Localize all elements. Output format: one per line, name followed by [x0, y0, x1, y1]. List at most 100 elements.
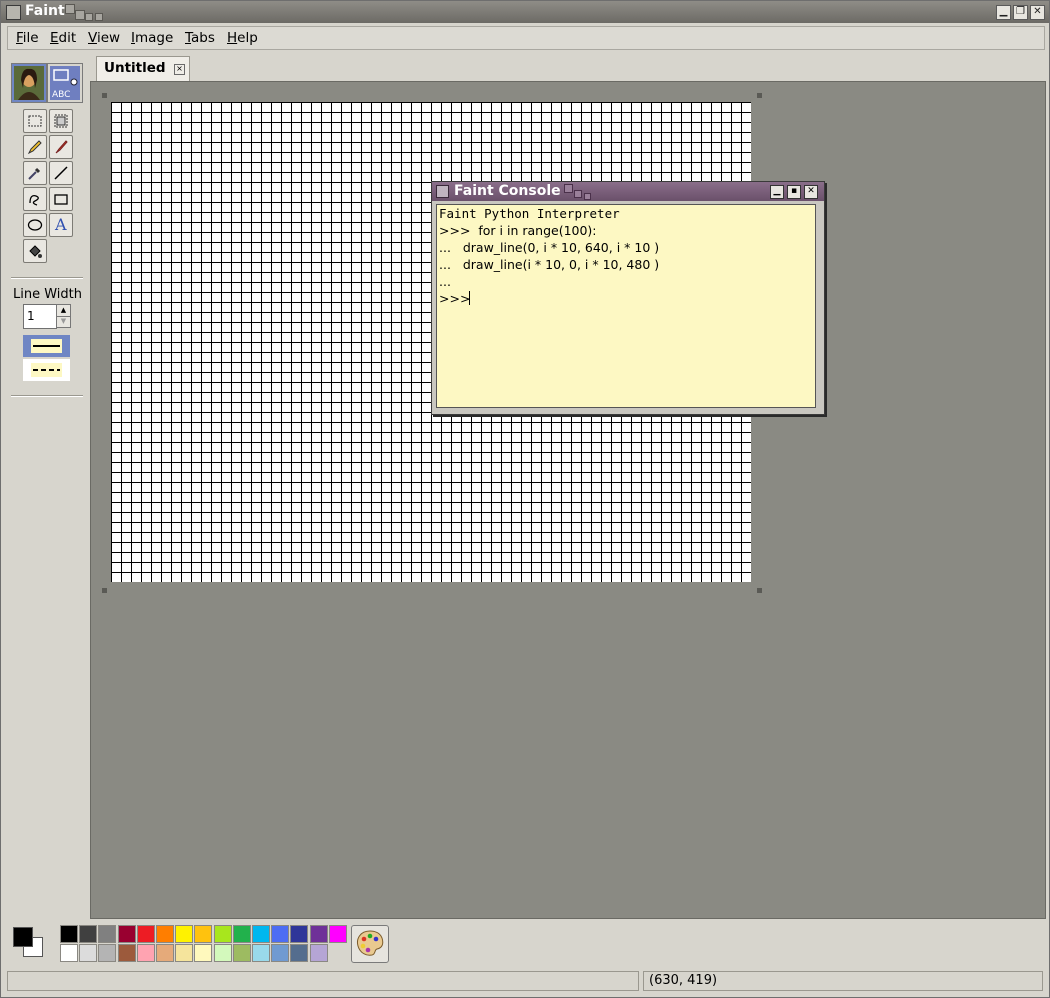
rect-select-tool[interactable]: [23, 109, 47, 133]
tab-label: Untitled: [104, 60, 166, 76]
text-tool[interactable]: A: [49, 213, 73, 237]
minimize-button[interactable]: ▁: [996, 5, 1011, 20]
palette-swatch[interactable]: [60, 944, 78, 962]
object-select-tool[interactable]: [49, 109, 73, 133]
line-width-spinner[interactable]: ▲ ▼: [56, 304, 71, 328]
line-tool[interactable]: [49, 161, 73, 185]
palette-swatch[interactable]: [156, 925, 174, 943]
console-output[interactable]: Faint Python Interpreter >>> for i in ra…: [436, 204, 816, 408]
palette-swatch[interactable]: [98, 944, 117, 962]
paint-bucket-icon: [29, 245, 42, 258]
ellipse-tool[interactable]: [23, 213, 47, 237]
console-maximize-button[interactable]: ▪: [787, 185, 801, 199]
palette-swatch[interactable]: [136, 925, 155, 943]
menu-edit[interactable]: Edit: [50, 30, 76, 46]
picker-tool[interactable]: [23, 161, 47, 185]
line-width-label: Line Width: [13, 287, 82, 302]
palette-swatch[interactable]: [328, 925, 347, 943]
console-window: Faint Console ▁ ▪ ✕ Faint Python Interpr…: [431, 181, 825, 415]
menu-help[interactable]: Help: [227, 30, 258, 46]
title-decoration: [574, 190, 582, 198]
tab-untitled[interactable]: Untitled ×: [96, 56, 190, 81]
toolbox-divider: [11, 395, 83, 397]
menu-file[interactable]: File: [16, 30, 39, 46]
rectangle-tool[interactable]: [49, 187, 73, 211]
object-layer-icon: ABC: [50, 66, 80, 100]
palette-swatch[interactable]: [175, 944, 194, 962]
dashed-line-icon: [31, 363, 62, 377]
palette-swatch[interactable]: [79, 925, 98, 943]
palette-swatch[interactable]: [136, 944, 155, 962]
cursor-coordinates: (630, 419): [649, 973, 718, 988]
brush-tool[interactable]: [49, 135, 73, 159]
raster-layer-button[interactable]: [11, 63, 47, 103]
object-layer-button[interactable]: ABC: [47, 63, 83, 103]
palette-swatch[interactable]: [309, 925, 328, 943]
palette-swatch[interactable]: [232, 944, 251, 962]
console-line: ... draw_line(i * 10, 0, i * 10, 480 ): [439, 257, 660, 272]
title-decoration: [564, 184, 573, 193]
console-line: >>> for i in range(100):: [439, 223, 597, 238]
palette-swatch[interactable]: [271, 944, 290, 962]
title-decoration: [85, 13, 93, 21]
console-menu-icon[interactable]: [436, 185, 449, 198]
palette-swatch[interactable]: [271, 925, 290, 943]
title-bar: Faint ▁ ❐ ✕: [1, 1, 1049, 23]
title-decoration: [75, 10, 85, 20]
palette-swatch[interactable]: [252, 925, 270, 943]
mona-lisa-icon: [14, 66, 44, 100]
palette-swatch[interactable]: [232, 925, 251, 943]
console-title: Faint Console: [454, 183, 561, 199]
close-button[interactable]: ✕: [1030, 5, 1045, 20]
status-bar: (630, 419): [7, 971, 1043, 991]
toolbox: ABC A Line Width 1 ▲ ▼: [7, 57, 85, 917]
palette-swatch[interactable]: [309, 944, 328, 962]
title-decoration: [65, 4, 75, 14]
console-line: ...: [439, 274, 451, 289]
text-caret: [469, 291, 470, 305]
object-select-icon: [54, 114, 68, 128]
brush-icon: [55, 140, 68, 154]
resize-handle-top-right[interactable]: [757, 93, 762, 98]
palette-swatch[interactable]: [194, 925, 213, 943]
menu-tabs[interactable]: Tabs: [185, 30, 215, 46]
palette-swatch[interactable]: [290, 925, 309, 943]
palette-swatch[interactable]: [117, 925, 136, 943]
palette-swatch[interactable]: [213, 925, 232, 943]
palette-swatch[interactable]: [60, 925, 78, 943]
fill-tool[interactable]: [23, 239, 47, 263]
tab-strip: Untitled ×: [90, 56, 1043, 81]
palette-swatch[interactable]: [79, 944, 98, 962]
pen-tool[interactable]: [23, 135, 47, 159]
menu-image[interactable]: Image: [131, 30, 173, 46]
palette-swatch[interactable]: [213, 944, 232, 962]
resize-handle-bottom-right[interactable]: [757, 588, 762, 593]
palette-swatch[interactable]: [98, 925, 117, 943]
menu-view[interactable]: View: [88, 30, 120, 46]
tab-close-icon[interactable]: ×: [174, 64, 185, 75]
console-close-button[interactable]: ✕: [804, 185, 818, 199]
maximize-button[interactable]: ❐: [1013, 5, 1028, 20]
resize-handle-top-left[interactable]: [102, 93, 107, 98]
console-line: Faint Python Interpreter: [439, 206, 620, 221]
palette-button[interactable]: [351, 925, 389, 963]
palette-swatch[interactable]: [175, 925, 194, 943]
menu-bar: File Edit View Image Tabs Help: [7, 26, 1045, 50]
dashed-line-style-button[interactable]: [23, 359, 70, 381]
palette-swatch[interactable]: [252, 944, 270, 962]
palette-swatch[interactable]: [290, 944, 309, 962]
object-layer-text: ABC: [52, 90, 70, 100]
spin-down-button[interactable]: ▼: [56, 316, 71, 328]
window-menu-icon[interactable]: [6, 5, 21, 20]
resize-handle-bottom-left[interactable]: [102, 588, 107, 593]
console-title-bar[interactable]: Faint Console ▁ ▪ ✕: [432, 182, 824, 201]
palette-swatch[interactable]: [194, 944, 213, 962]
faint-window: Faint ▁ ❐ ✕ File Edit View Image Tabs He…: [0, 0, 1050, 998]
primary-color[interactable]: [13, 927, 33, 947]
console-minimize-button[interactable]: ▁: [770, 185, 784, 199]
palette-swatch[interactable]: [117, 944, 136, 962]
palette-swatch[interactable]: [156, 944, 174, 962]
line-width-input[interactable]: 1: [23, 304, 57, 329]
solid-line-style-button[interactable]: [23, 335, 70, 357]
spline-tool[interactable]: [23, 187, 47, 211]
